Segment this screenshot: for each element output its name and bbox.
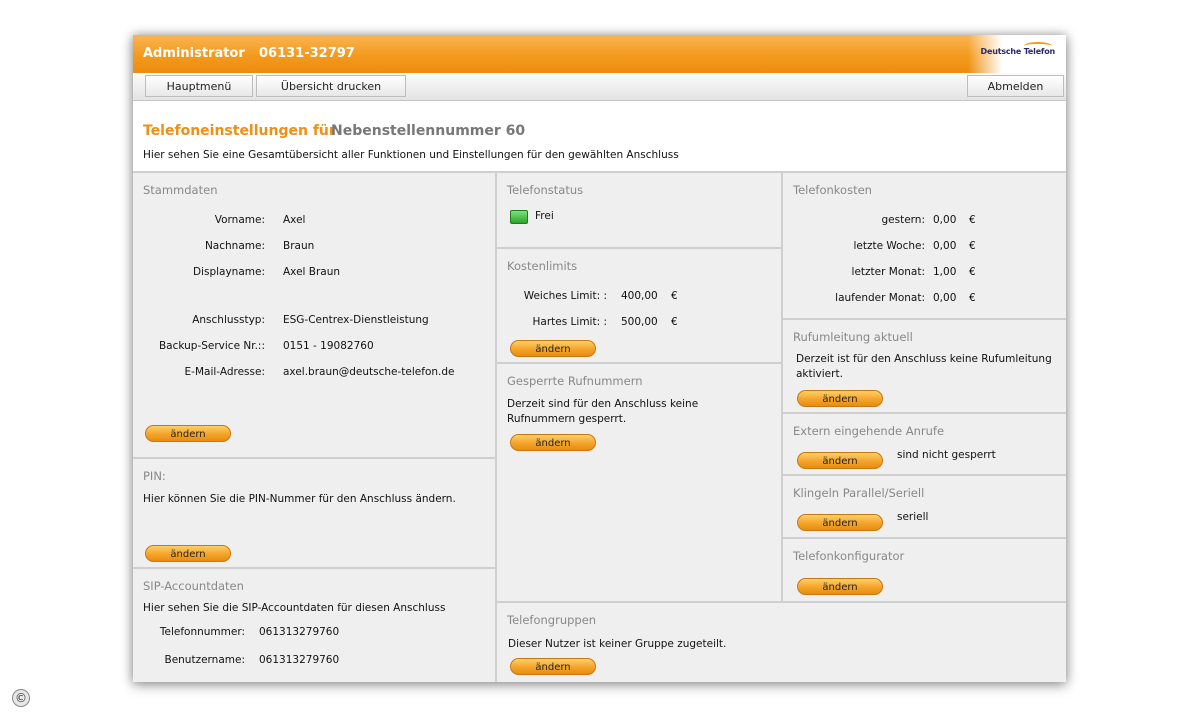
page-title: Telefoneinstellungen für xyxy=(143,123,336,139)
panel-title: SIP-Accountdaten xyxy=(143,579,244,593)
panel-title: Telefongruppen xyxy=(507,613,597,627)
panel-klingeln: Klingeln Parallel/Seriell ändern seriell xyxy=(783,474,1066,537)
panel-title: Telefonkonfigurator xyxy=(793,549,905,563)
label-hard-limit: Hartes Limit: : xyxy=(532,316,607,328)
logo-text: Deutsche Telefon xyxy=(980,47,1056,56)
panel-stammdaten: Stammdaten Vorname: Axel Nachname: Braun… xyxy=(133,171,495,457)
header-bar: Administrator 06131-32797 Deutsche Telef… xyxy=(133,35,1066,73)
main-menu-button[interactable]: Hauptmenü xyxy=(145,75,253,97)
pin-edit-button[interactable]: ändern xyxy=(145,545,231,562)
label-first-name: Vorname: xyxy=(214,214,265,226)
panel-telefonstatus: Telefonstatus Frei xyxy=(497,171,781,247)
panel-rufumleitung: Rufumleitung aktuell Derzeit ist für den… xyxy=(783,318,1066,412)
extern-status: sind nicht gesperrt xyxy=(897,449,996,461)
label-soft-limit: Weiches Limit: : xyxy=(523,290,607,302)
value-phone-number: 061313279760 xyxy=(259,626,340,638)
label-cost-last-month: letzter Monat: xyxy=(851,266,925,278)
unit-cost-yesterday: € xyxy=(969,214,976,226)
unit-cost-last-month: € xyxy=(969,266,976,278)
unit-hard-limit: € xyxy=(671,316,678,328)
status-led-icon xyxy=(510,210,528,224)
logo: Deutsche Telefon xyxy=(968,35,1066,73)
label-cost-current-month: laufender Monat: xyxy=(835,292,925,304)
konfigurator-edit-button[interactable]: ändern xyxy=(797,578,883,595)
unit-cost-last-week: € xyxy=(969,240,976,252)
extern-edit-button[interactable]: ändern xyxy=(797,452,883,469)
unit-soft-limit: € xyxy=(671,290,678,302)
panel-title: Rufumleitung aktuell xyxy=(793,330,913,344)
klingeln-edit-button[interactable]: ändern xyxy=(797,514,883,531)
panel-title: Telefonkosten xyxy=(793,183,872,197)
blocked-text-line1: Derzeit sind für den Anschluss keine xyxy=(507,398,699,410)
stammdaten-edit-button[interactable]: ändern xyxy=(145,425,231,442)
nav-bar: Hauptmenü Übersicht drucken Abmelden xyxy=(133,73,1066,101)
panel-title: Extern eingehende Anrufe xyxy=(793,424,945,438)
value-first-name: Axel xyxy=(283,214,306,226)
value-cost-yesterday: 0,00 xyxy=(933,214,957,226)
label-phone-number: Telefonnummer: xyxy=(159,626,245,638)
panel-telefongruppen: Telefongruppen Dieser Nutzer ist keiner … xyxy=(497,601,1066,682)
header-title: Administrator xyxy=(143,46,245,61)
phone-status: Frei xyxy=(535,210,554,222)
forwarding-text-line1: Derzeit ist für den Anschluss keine Rufu… xyxy=(796,353,1052,365)
value-cost-last-week: 0,00 xyxy=(933,240,957,252)
label-email: E-Mail-Adresse: xyxy=(184,366,265,378)
label-cost-last-week: letzte Woche: xyxy=(853,240,925,252)
rufumleitung-edit-button[interactable]: ändern xyxy=(797,390,883,407)
panel-title: Telefonstatus xyxy=(507,183,584,197)
value-username: 061313279760 xyxy=(259,654,340,666)
pin-description: Hier können Sie die PIN-Nummer für den A… xyxy=(143,493,456,505)
copyright-icon: © xyxy=(12,689,30,707)
page-description: Hier sehen Sie eine Gesamtübersicht alle… xyxy=(143,149,679,161)
panel-sip: SIP-Accountdaten Hier sehen Sie die SIP-… xyxy=(133,567,495,682)
blocked-text-line2: Rufnummern gesperrt. xyxy=(507,413,627,425)
header-phone: 06131-32797 xyxy=(259,46,355,61)
value-backup-service: 0151 - 19082760 xyxy=(283,340,374,352)
print-overview-button[interactable]: Übersicht drucken xyxy=(256,75,406,97)
value-connection-type: ESG-Centrex-Dienstleistung xyxy=(283,314,429,326)
ring-mode: seriell xyxy=(897,511,929,523)
unit-cost-current-month: € xyxy=(969,292,976,304)
page-title-extension: Nebenstellennummer 60 xyxy=(331,123,526,139)
panel-title: PIN: xyxy=(143,469,166,483)
value-soft-limit: 400,00 xyxy=(621,290,658,302)
groups-text: Dieser Nutzer ist keiner Gruppe zugeteil… xyxy=(508,638,727,650)
panel-title: Klingeln Parallel/Seriell xyxy=(793,486,925,500)
panel-title: Kostenlimits xyxy=(507,259,578,273)
label-username: Benutzername: xyxy=(164,654,245,666)
panel-kostenlimits: Kostenlimits Weiches Limit: : 400,00 € H… xyxy=(497,247,781,362)
label-backup-service: Backup-Service Nr.:: xyxy=(158,340,265,352)
gesperrte-edit-button[interactable]: ändern xyxy=(510,434,596,451)
kostenlimits-edit-button[interactable]: ändern xyxy=(510,340,596,357)
sip-description: Hier sehen Sie die SIP-Accountdaten für … xyxy=(143,602,446,614)
panel-pin: PIN: Hier können Sie die PIN-Nummer für … xyxy=(133,457,495,567)
value-display-name: Axel Braun xyxy=(283,266,341,278)
value-last-name: Braun xyxy=(283,240,315,252)
app-window: Administrator 06131-32797 Deutsche Telef… xyxy=(133,35,1066,682)
panel-gesperrte-rufnummern: Gesperrte Rufnummern Derzeit sind für de… xyxy=(497,362,781,601)
forwarding-text-line2: aktiviert. xyxy=(796,368,843,380)
panel-title: Gesperrte Rufnummern xyxy=(507,374,643,388)
telefongruppen-edit-button[interactable]: ändern xyxy=(510,658,596,675)
panel-extern-eingehend: Extern eingehende Anrufe ändern sind nic… xyxy=(783,412,1066,474)
panel-title: Stammdaten xyxy=(143,183,218,197)
label-connection-type: Anschlusstyp: xyxy=(192,314,265,326)
value-cost-current-month: 0,00 xyxy=(933,292,957,304)
panel-telefonkonfigurator: Telefonkonfigurator ändern xyxy=(783,537,1066,601)
value-email: axel.braun@deutsche-telefon.de xyxy=(283,366,455,378)
label-cost-yesterday: gestern: xyxy=(881,214,926,226)
value-hard-limit: 500,00 xyxy=(621,316,658,328)
logout-button[interactable]: Abmelden xyxy=(967,75,1064,97)
label-display-name: Displayname: xyxy=(192,266,265,278)
panel-telefonkosten: Telefonkosten gestern: 0,00 € letzte Woc… xyxy=(783,171,1066,318)
page-header: Telefoneinstellungen für Nebenstellennum… xyxy=(133,101,1066,171)
label-last-name: Nachname: xyxy=(204,240,265,252)
value-cost-last-month: 1,00 xyxy=(933,266,957,278)
